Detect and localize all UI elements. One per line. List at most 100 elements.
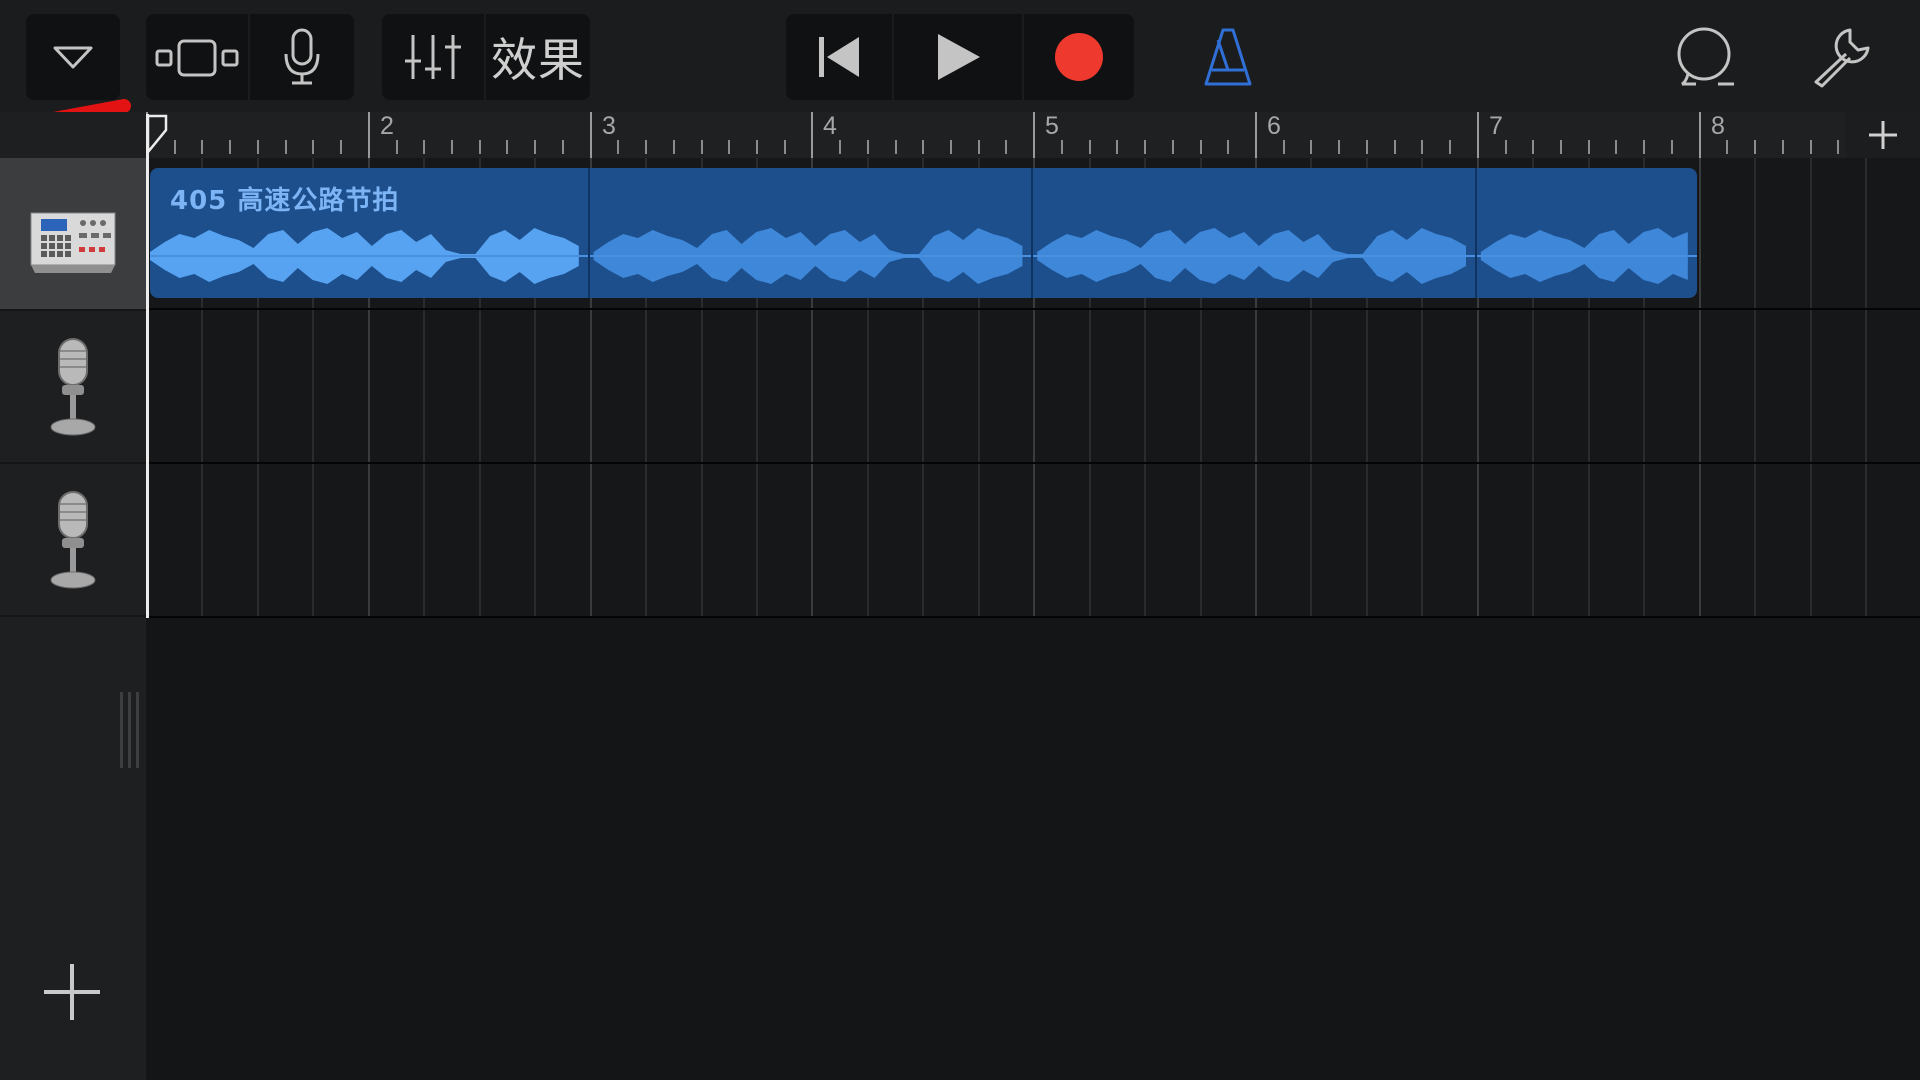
ruler-subtick xyxy=(1061,140,1063,154)
ruler-subtick xyxy=(1532,140,1534,154)
region-loop-divider xyxy=(1031,168,1033,298)
fx-button[interactable]: 效果 xyxy=(486,14,590,100)
settings-button[interactable] xyxy=(1806,14,1876,100)
timeline-ruler[interactable]: 2 3 4 5 6 7 8 xyxy=(146,112,1846,158)
loop-browser-icon xyxy=(1677,27,1734,86)
region-loop-divider xyxy=(1475,168,1477,298)
loop-browser-button[interactable] xyxy=(1670,14,1740,100)
ruler-subtick xyxy=(728,140,730,154)
add-track-button[interactable] xyxy=(40,960,104,1024)
add-section-button[interactable] xyxy=(1846,112,1920,158)
track-header-resize-handle[interactable] xyxy=(120,692,142,768)
ruler-subtick xyxy=(867,140,869,154)
ruler-subtick xyxy=(617,140,619,154)
ruler-subtick xyxy=(174,140,176,154)
ruler-subtick xyxy=(1310,140,1312,154)
ruler-subtick xyxy=(1782,140,1784,154)
playhead[interactable] xyxy=(146,114,149,618)
ruler-subtick xyxy=(340,140,342,154)
ruler-bar-label: 5 xyxy=(1045,112,1059,140)
ruler-bar-tick xyxy=(1033,112,1035,158)
tracks-view-button[interactable] xyxy=(146,14,248,100)
lane-divider xyxy=(146,308,1920,310)
ruler-subtick xyxy=(950,140,952,154)
region-loop-divider xyxy=(588,168,590,298)
ruler-subtick xyxy=(1172,140,1174,154)
ruler-subtick xyxy=(1754,140,1756,154)
ruler-subtick xyxy=(1283,140,1285,154)
record-icon xyxy=(1055,33,1103,81)
empty-timeline-area xyxy=(146,618,1920,1080)
ruler-subtick xyxy=(1116,140,1118,154)
ruler-subtick xyxy=(1144,140,1146,154)
ruler-subtick xyxy=(1449,140,1451,154)
ruler-subtick xyxy=(1671,140,1673,154)
triangle-down-icon xyxy=(53,46,93,69)
play-button[interactable] xyxy=(894,14,1022,100)
grid-line xyxy=(1810,158,1812,618)
ruler-bar-label: 2 xyxy=(380,112,394,140)
ruler-subtick xyxy=(285,140,287,154)
rewind-icon xyxy=(819,37,859,77)
microphone-icon xyxy=(50,490,96,588)
ruler-subtick xyxy=(229,140,231,154)
browser-menu-group xyxy=(26,14,120,100)
ruler-subtick xyxy=(423,140,425,154)
control-bar: 效果 xyxy=(0,0,1920,112)
ruler-subtick xyxy=(562,140,564,154)
ruler-subtick xyxy=(645,140,647,154)
playhead-handle[interactable] xyxy=(146,114,168,154)
ruler-bar-label: 6 xyxy=(1267,112,1281,140)
ruler-subtick xyxy=(1505,140,1507,154)
ruler-subtick xyxy=(506,140,508,154)
mix-group: 效果 xyxy=(382,14,590,100)
my-songs-button[interactable] xyxy=(26,14,120,100)
track-header-audio-2[interactable] xyxy=(0,464,146,617)
ruler-subtick xyxy=(1643,140,1645,154)
record-button[interactable] xyxy=(1024,14,1134,100)
track-headers xyxy=(0,112,146,1080)
ruler-bar-tick xyxy=(1255,112,1257,158)
ruler-bar-tick xyxy=(1699,112,1701,158)
ruler-subtick xyxy=(396,140,398,154)
track-view-icon xyxy=(155,39,239,77)
instrument-view-button[interactable] xyxy=(250,14,354,100)
lane-divider xyxy=(146,462,1920,464)
ruler-subtick xyxy=(1338,140,1340,154)
rewind-button[interactable] xyxy=(786,14,892,100)
fx-label: 效果 xyxy=(491,33,585,87)
ruler-subtick xyxy=(1089,140,1091,154)
region-waveform xyxy=(150,228,1697,284)
metronome-button[interactable] xyxy=(1194,14,1262,100)
track-header-audio-1[interactable] xyxy=(0,311,146,464)
ruler-bar-label: 3 xyxy=(602,112,616,140)
ruler-subtick xyxy=(451,140,453,154)
ruler-subtick xyxy=(1200,140,1202,154)
ruler-subtick xyxy=(479,140,481,154)
ruler-subtick xyxy=(1810,140,1812,154)
ruler-subtick xyxy=(1394,140,1396,154)
ruler-bar-label: 4 xyxy=(823,112,837,140)
track-header-drum-machine[interactable] xyxy=(0,158,146,311)
ruler-subtick xyxy=(1726,140,1728,154)
ruler-subtick xyxy=(673,140,675,154)
ruler-subtick xyxy=(312,140,314,154)
region-title: 405 高速公路节拍 xyxy=(170,186,400,216)
ruler-bar-tick xyxy=(1477,112,1479,158)
audio-region[interactable]: 405 高速公路节拍 xyxy=(150,168,1697,298)
ruler-subtick xyxy=(1837,140,1839,154)
grid-line xyxy=(1754,158,1756,618)
ruler-subtick xyxy=(1366,140,1368,154)
settings-wrench-icon xyxy=(1814,28,1870,88)
ruler-bar-tick xyxy=(368,112,370,158)
ruler-subtick xyxy=(1227,140,1229,154)
ruler-subtick xyxy=(839,140,841,154)
ruler-subtick xyxy=(1005,140,1007,154)
tracks-area[interactable]: 405 高速公路节拍 xyxy=(146,158,1920,618)
view-group xyxy=(146,14,354,100)
grid-line xyxy=(1699,158,1701,618)
ruler-subtick xyxy=(978,140,980,154)
mixer-button[interactable] xyxy=(382,14,484,100)
ruler-bar-tick xyxy=(811,112,813,158)
mixer-icon xyxy=(405,35,461,79)
